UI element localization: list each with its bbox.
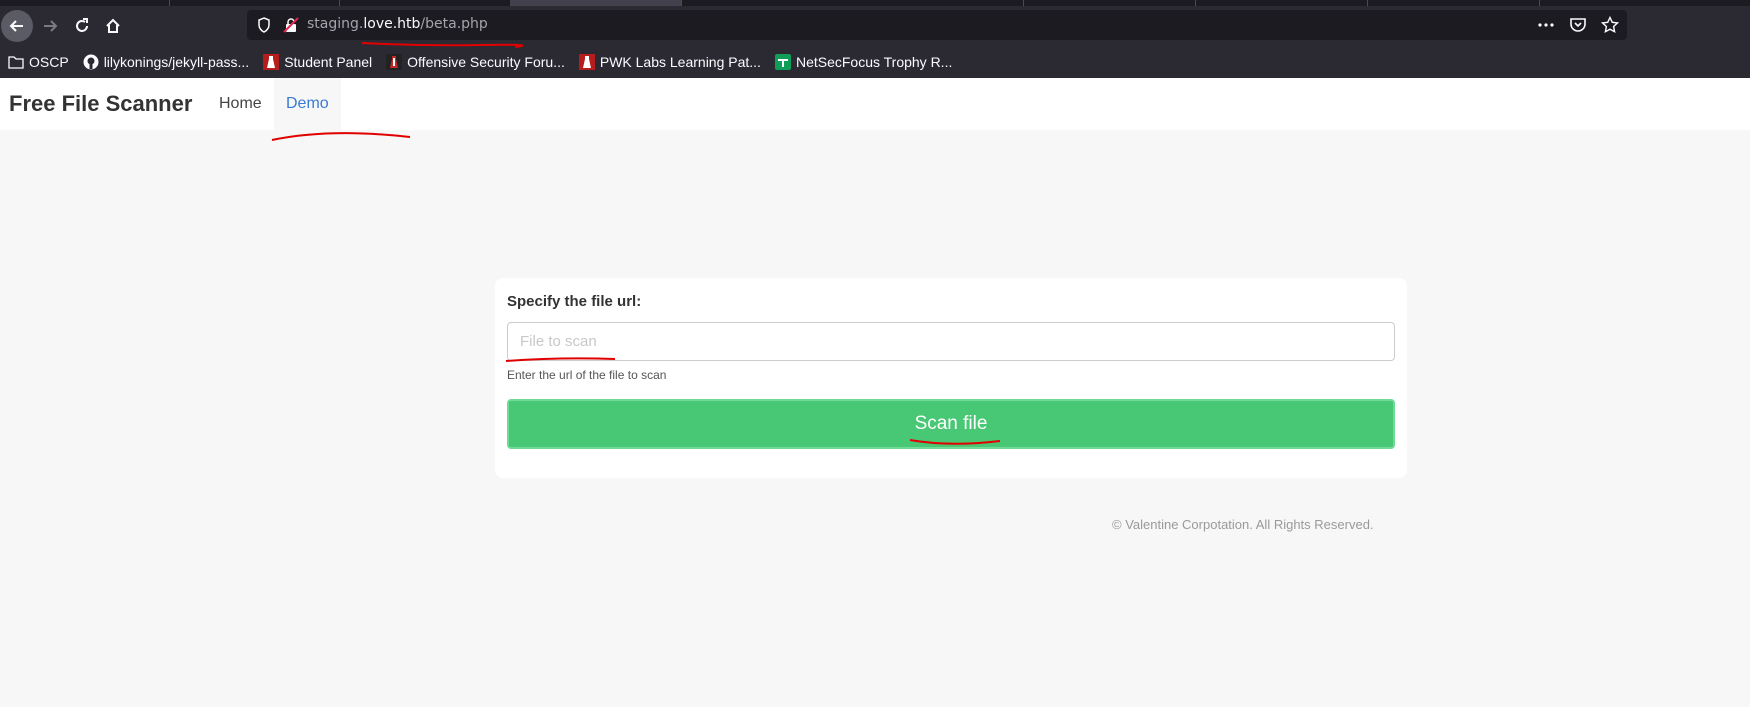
file-url-input[interactable] bbox=[507, 322, 1395, 361]
back-button[interactable] bbox=[1, 10, 33, 42]
bookmark-offsec-forum[interactable]: Offensive Security Foru... bbox=[386, 54, 565, 70]
home-icon bbox=[106, 18, 120, 33]
url-subdomain: staging. bbox=[307, 16, 364, 32]
bookmark-label: NetSecFocus Trophy R... bbox=[795, 54, 953, 70]
bookmark-netsecfocus[interactable]: NetSecFocus Trophy R... bbox=[774, 54, 953, 70]
forward-button[interactable] bbox=[34, 10, 66, 42]
nav-link-demo[interactable]: Demo bbox=[274, 78, 341, 130]
offsec-icon bbox=[578, 54, 595, 70]
footer-copyright: © Valentine Corpotation. All Rights Rese… bbox=[1112, 517, 1374, 532]
back-arrow-icon bbox=[9, 20, 23, 32]
site-navbar: Free File Scanner Home Demo bbox=[0, 78, 1750, 130]
reload-button[interactable] bbox=[66, 10, 98, 42]
bookmark-label: OSCP bbox=[29, 54, 69, 70]
forward-arrow-icon bbox=[44, 20, 58, 32]
bookmarks-bar: OSCP lilykonings/jekyll-pass... Student … bbox=[0, 46, 1750, 78]
github-icon bbox=[83, 54, 99, 70]
bookmark-label: Student Panel bbox=[284, 54, 373, 70]
file-url-help-text: Enter the url of the file to scan bbox=[507, 368, 667, 382]
more-icon[interactable] bbox=[1537, 16, 1555, 34]
browser-toolbar: staging.love.htb/beta.php bbox=[0, 6, 1750, 46]
shield-icon[interactable] bbox=[257, 17, 271, 33]
scan-form-card: Specify the file url: Enter the url of t… bbox=[495, 278, 1407, 478]
bookmark-pwk-labs[interactable]: PWK Labs Learning Pat... bbox=[578, 54, 761, 70]
scan-file-button[interactable]: Scan file bbox=[507, 399, 1395, 449]
pocket-icon[interactable] bbox=[1569, 16, 1587, 34]
url-text[interactable]: staging.love.htb/beta.php bbox=[307, 16, 488, 32]
annotation-underline-demo bbox=[271, 132, 411, 141]
bookmark-oscp[interactable]: OSCP bbox=[8, 54, 69, 70]
star-icon[interactable] bbox=[1601, 16, 1619, 34]
offsec-icon bbox=[263, 54, 280, 70]
insecure-lock-icon[interactable] bbox=[283, 17, 299, 33]
bookmark-label: Offensive Security Foru... bbox=[407, 54, 565, 70]
site-brand[interactable]: Free File Scanner bbox=[9, 91, 192, 117]
bookmark-label: lilykonings/jekyll-pass... bbox=[103, 54, 250, 70]
reload-icon bbox=[76, 18, 88, 32]
offsec-forum-icon bbox=[386, 54, 403, 70]
url-path: /beta.php bbox=[420, 16, 488, 32]
file-url-label: Specify the file url: bbox=[507, 293, 642, 310]
url-bar[interactable]: staging.love.htb/beta.php bbox=[247, 10, 1627, 40]
sheets-icon bbox=[774, 54, 791, 70]
nav-link-home[interactable]: Home bbox=[219, 95, 262, 113]
bookmark-jekyll[interactable]: lilykonings/jekyll-pass... bbox=[83, 54, 250, 70]
bookmark-student-panel[interactable]: Student Panel bbox=[263, 54, 372, 70]
home-button[interactable] bbox=[97, 10, 129, 42]
folder-icon bbox=[8, 56, 24, 69]
url-host: love.htb bbox=[363, 16, 421, 32]
bookmark-label: PWK Labs Learning Pat... bbox=[599, 54, 761, 70]
